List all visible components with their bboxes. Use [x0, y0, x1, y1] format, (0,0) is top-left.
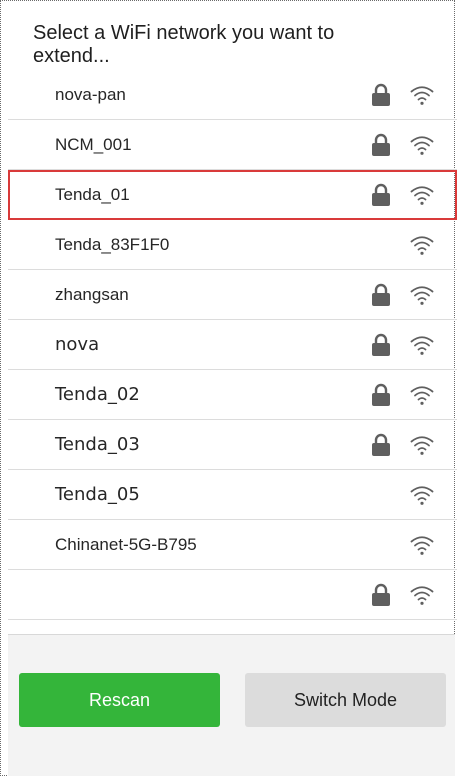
- network-ssid: nova: [55, 334, 100, 355]
- wifi-signal-icon: [410, 484, 434, 506]
- wifi-signal-icon: [410, 584, 434, 606]
- wifi-signal-icon: [410, 384, 434, 406]
- lock-icon: [371, 333, 391, 357]
- network-row[interactable]: Chinanet-5G-B795: [8, 520, 457, 570]
- lock-icon: [371, 383, 391, 407]
- wifi-signal-icon: [410, 234, 434, 256]
- page-title: Select a WiFi network you want to extend…: [33, 22, 335, 67]
- wifi-signal-icon: [410, 434, 434, 456]
- network-row[interactable]: NCM_001: [8, 120, 457, 170]
- network-row[interactable]: Tenda_01: [8, 170, 457, 220]
- lock-icon: [371, 283, 391, 307]
- network-row[interactable]: [8, 570, 457, 620]
- network-ssid: Tenda_03: [55, 434, 140, 455]
- wifi-signal-icon: [410, 284, 434, 306]
- network-row[interactable]: zhangsan: [8, 270, 457, 320]
- network-ssid: Tenda_83F1F0: [55, 235, 170, 254]
- network-row[interactable]: Tenda_83F1F0: [8, 220, 457, 270]
- wifi-signal-icon: [410, 534, 434, 556]
- wifi-signal-icon: [410, 334, 434, 356]
- lock-icon: [371, 83, 391, 107]
- wifi-signal-icon: [410, 184, 434, 206]
- network-row[interactable]: nova: [8, 320, 457, 370]
- network-ssid: Tenda_02: [55, 384, 140, 405]
- network-ssid: Tenda_01: [55, 185, 130, 204]
- footer-bar: Rescan Switch Mode: [8, 634, 455, 776]
- network-ssid: nova-pan: [55, 85, 126, 104]
- network-ssid: Tenda_05: [55, 484, 140, 505]
- network-ssid: Chinanet-5G-B795: [55, 535, 197, 554]
- network-row[interactable]: Tenda_03: [8, 420, 457, 470]
- lock-icon: [371, 433, 391, 457]
- network-row[interactable]: Tenda_05: [8, 470, 457, 520]
- network-row[interactable]: Tenda_02: [8, 370, 457, 420]
- network-ssid: zhangsan: [55, 285, 129, 304]
- network-ssid: NCM_001: [55, 135, 132, 154]
- lock-icon: [371, 183, 391, 207]
- wifi-signal-icon: [410, 84, 434, 106]
- network-row[interactable]: nova-pan: [8, 70, 457, 120]
- wifi-network-list[interactable]: nova-pan NCM_001 Tenda_01 Tenda_83F1F0 z…: [8, 70, 457, 620]
- lock-icon: [371, 133, 391, 157]
- wifi-signal-icon: [410, 134, 434, 156]
- rescan-button[interactable]: Rescan: [19, 673, 220, 727]
- lock-icon: [371, 583, 391, 607]
- switch-mode-button[interactable]: Switch Mode: [245, 673, 446, 727]
